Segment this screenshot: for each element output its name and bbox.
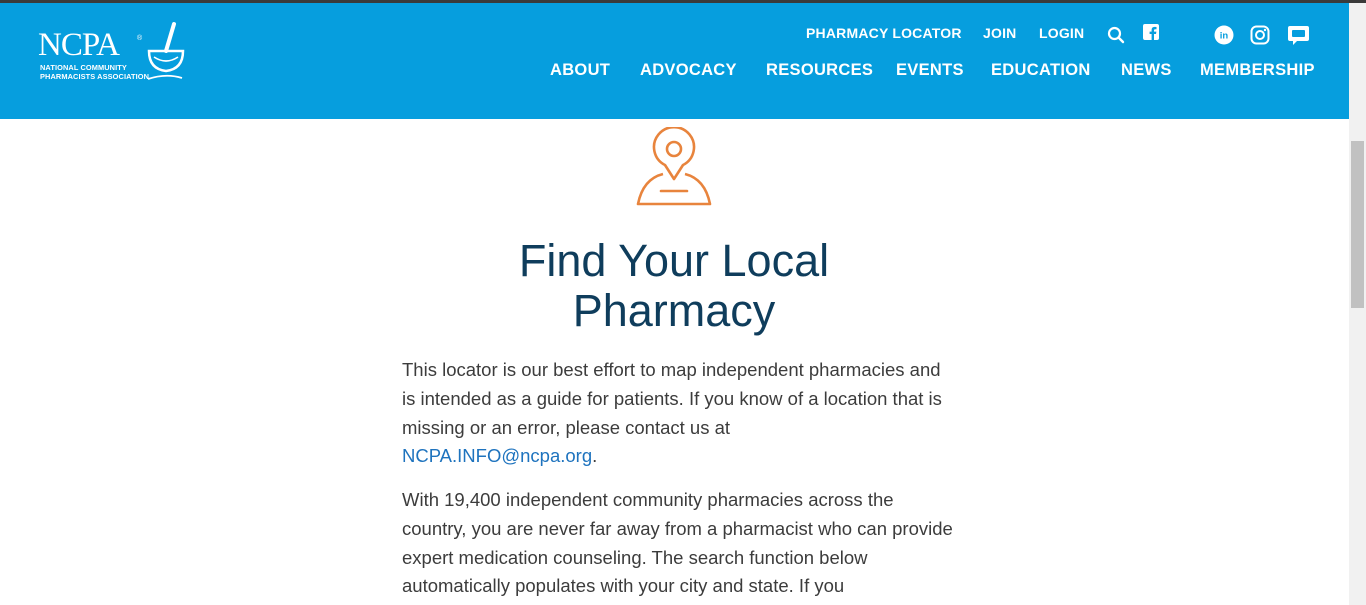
locator-description: With 19,400 independent community pharma…	[402, 489, 953, 597]
login-link[interactable]: LOGIN	[1039, 25, 1084, 41]
intro-text: This locator is our best effort to map i…	[402, 359, 942, 438]
pharmacy-locator-link[interactable]: PHARMACY LOCATOR	[806, 25, 962, 41]
contact-email-link[interactable]: NCPA.INFO@ncpa.org	[402, 445, 592, 466]
logo-tagline-line2: PHARMACISTS ASSOCIATION	[40, 72, 150, 81]
ncpa-logo[interactable]: NCPA ® NATIONAL COMMUNITY PHARMACISTS AS…	[38, 21, 188, 91]
nav-resources[interactable]: RESOURCES	[766, 61, 873, 80]
nav-events[interactable]: EVENTS	[896, 61, 964, 80]
page-title: Find Your Local Pharmacy	[400, 236, 948, 336]
title-line-2: Pharmacy	[572, 285, 776, 336]
join-link[interactable]: JOIN	[983, 25, 1016, 41]
nav-news[interactable]: NEWS	[1121, 61, 1172, 80]
title-line-1: Find Your Local	[518, 235, 830, 286]
svg-text:in: in	[1220, 31, 1229, 42]
linkedin-icon[interactable]: in	[1214, 25, 1234, 45]
nav-membership[interactable]: MEMBERSHIP	[1200, 61, 1315, 80]
site-header: NCPA ® NATIONAL COMMUNITY PHARMACISTS AS…	[0, 3, 1349, 119]
nav-about[interactable]: ABOUT	[550, 61, 610, 80]
facebook-icon[interactable]	[1143, 24, 1159, 40]
scrollbar-thumb[interactable]	[1351, 141, 1364, 308]
logo-wordmark: NCPA	[38, 27, 120, 63]
intro-end-punct: .	[592, 445, 598, 467]
logo-registered-mark: ®	[137, 35, 143, 42]
nav-advocacy[interactable]: ADVOCACY	[640, 61, 737, 80]
nav-education[interactable]: EDUCATION	[991, 61, 1091, 80]
mortar-pestle-icon	[147, 22, 185, 80]
instagram-icon[interactable]	[1250, 25, 1270, 45]
search-icon[interactable]	[1107, 26, 1125, 44]
location-pin-icon	[636, 127, 712, 206]
intro-paragraph: This locator is our best effort to map i…	[402, 356, 954, 471]
logo-tagline-line1: NATIONAL COMMUNITY	[40, 63, 127, 72]
chat-icon[interactable]	[1287, 24, 1310, 47]
